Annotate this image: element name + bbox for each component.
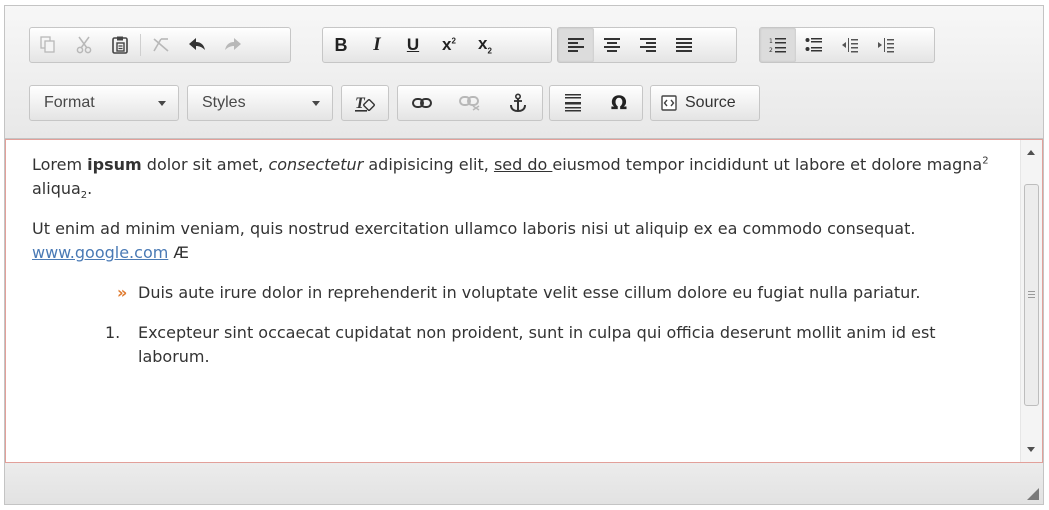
numbered-list-button[interactable]: 12 [760, 28, 796, 62]
underline-button[interactable]: U [395, 28, 431, 62]
special-char-button[interactable]: Ω [596, 86, 642, 120]
list-item-text: Excepteur sint occaecat cupidatat non pr… [138, 323, 936, 366]
bulleted-list-button[interactable] [796, 28, 832, 62]
bold-icon: B [334, 34, 348, 55]
special-character: Æ [173, 243, 189, 262]
cut-button[interactable] [66, 28, 102, 62]
svg-text:2: 2 [769, 47, 773, 54]
subscript-icon: x2 [478, 34, 492, 56]
document-body: Lorem ipsum dolor sit amet, consectetur … [32, 153, 1012, 369]
anchor-button[interactable] [494, 86, 542, 120]
toolbar: B I U x2 x2 1 2 Format Styles T Ω Source [5, 6, 1043, 139]
align-right-button[interactable] [630, 28, 666, 62]
increase-indent-icon [878, 38, 894, 53]
link-group [397, 85, 543, 121]
copy-icon [40, 36, 55, 53]
format-dropdown-label: Format [44, 94, 95, 111]
align-right-icon [640, 38, 656, 52]
remove-icon [153, 38, 169, 52]
unlink-icon [459, 96, 480, 111]
list-item-text: Duis aute irure dolor in reprehenderit i… [138, 283, 921, 302]
subscript-button[interactable]: x2 [467, 28, 503, 62]
bulleted-list-icon [805, 38, 822, 52]
italic-button[interactable]: I [359, 28, 395, 62]
insert-group: Ω [549, 85, 643, 121]
align-center-icon [604, 38, 620, 52]
link-icon [412, 98, 432, 108]
increase-indent-button[interactable] [868, 28, 904, 62]
source-icon [661, 95, 677, 111]
rich-text-editor: B I U x2 x2 1 2 Format Styles T Ω Source… [4, 5, 1044, 505]
anchor-icon [510, 93, 526, 113]
underline-icon: U [406, 35, 420, 54]
superscript-text: 2 [982, 155, 989, 167]
svg-text:1: 1 [769, 38, 773, 45]
paragraph-1: Lorem ipsum dolor sit amet, consectetur … [32, 155, 989, 202]
bulleted-list-item: » Duis aute irure dolor in reprehenderit… [32, 281, 1012, 305]
format-dropdown[interactable]: Format [29, 85, 179, 121]
bold-button[interactable]: B [323, 28, 359, 62]
link-button[interactable] [398, 86, 446, 120]
italic-icon: I [373, 34, 381, 55]
redo-icon [225, 38, 241, 50]
list-group: 12 [759, 27, 935, 63]
scroll-up-icon[interactable] [1027, 150, 1035, 155]
superscript-button[interactable]: x2 [431, 28, 467, 62]
align-center-button[interactable] [594, 28, 630, 62]
decrease-indent-button[interactable] [832, 28, 868, 62]
bold-text: ipsum [87, 155, 142, 174]
clear-formatting-button[interactable]: T [342, 86, 388, 120]
bullet-marker: » [117, 283, 128, 302]
align-left-button[interactable] [558, 28, 594, 62]
source-button[interactable]: Source [651, 86, 746, 120]
alignment-group [557, 27, 737, 63]
undo-icon [189, 38, 205, 50]
cut-icon [76, 36, 92, 54]
superscript-icon: x2 [442, 35, 456, 54]
editing-area[interactable]: Lorem ipsum dolor sit amet, consectetur … [5, 139, 1043, 463]
numbered-list-icon: 12 [769, 38, 786, 54]
paragraph-2: Ut enim ad minim veniam, quis nostrud ex… [32, 219, 916, 262]
styles-dropdown[interactable]: Styles [187, 85, 333, 121]
chevron-down-icon [312, 101, 320, 106]
paste-button[interactable] [102, 28, 138, 62]
align-justify-button[interactable] [666, 28, 702, 62]
status-bar [5, 463, 1043, 504]
underlined-text: sed do [493, 155, 553, 174]
omega-icon: Ω [610, 92, 628, 114]
undo-button[interactable] [179, 28, 215, 62]
numbered-list-item: 1. Excepteur sint occaecat cupidatat non… [32, 321, 1012, 369]
basic-styles-group: B I U x2 x2 [322, 27, 552, 63]
scrollbar-thumb[interactable] [1024, 184, 1039, 406]
remove-format-button[interactable] [143, 28, 179, 62]
source-label: Source [685, 94, 736, 111]
italic-text: consectetur [268, 155, 364, 174]
copy-button[interactable] [30, 28, 66, 62]
list-number: 1. [105, 323, 121, 342]
decrease-indent-icon [842, 38, 858, 53]
source-group: Source [650, 85, 760, 121]
align-justify-icon [676, 38, 692, 52]
vertical-scrollbar[interactable] [1020, 140, 1042, 462]
paste-icon [112, 36, 128, 54]
redo-button[interactable] [215, 28, 251, 62]
clipboard-group [29, 27, 291, 63]
google-link[interactable]: www.google.com [32, 243, 168, 262]
chevron-down-icon [158, 101, 166, 106]
styles-dropdown-label: Styles [202, 94, 246, 111]
unlink-button[interactable] [446, 86, 494, 120]
scroll-down-icon[interactable] [1027, 447, 1035, 452]
horizontal-line-button[interactable] [550, 86, 596, 120]
clear-formatting-icon: T [355, 95, 375, 112]
align-left-icon [568, 38, 584, 52]
horizontal-line-icon [565, 94, 581, 112]
clear-format-group: T [341, 85, 389, 121]
separator [140, 34, 141, 56]
resize-handle-icon[interactable] [1027, 488, 1039, 500]
